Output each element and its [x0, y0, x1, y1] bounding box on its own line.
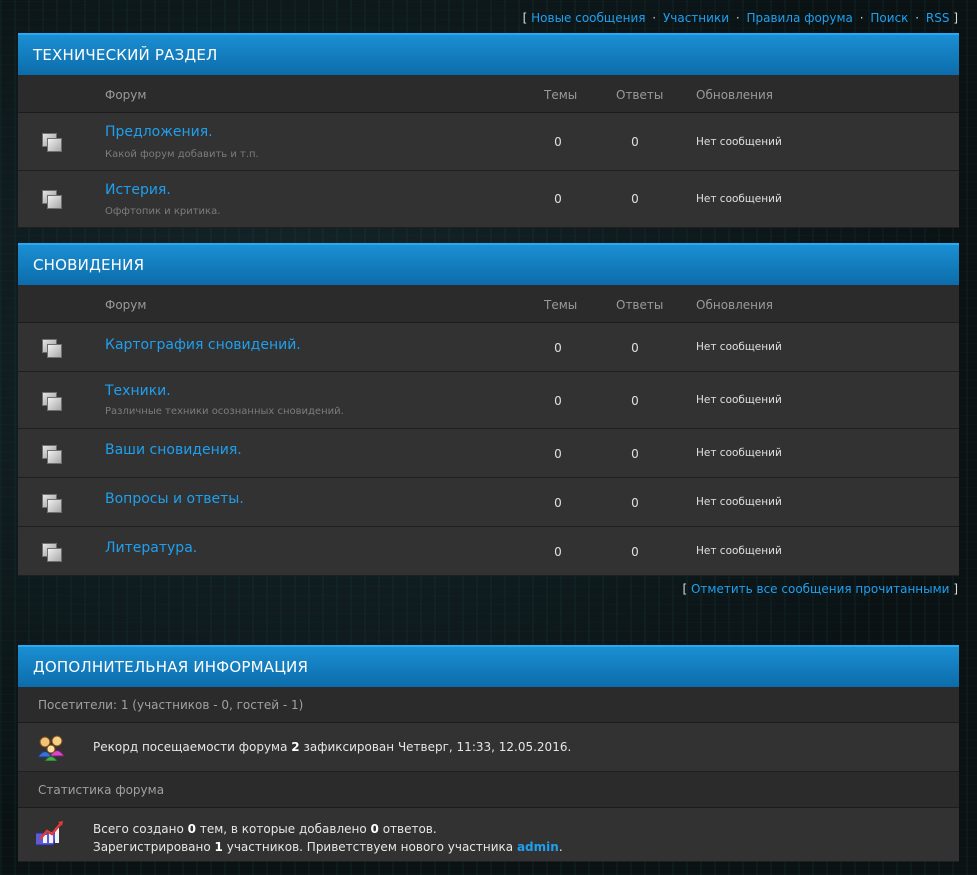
nav-separator: · [859, 11, 864, 25]
replies-count: 0 [631, 394, 639, 408]
category-technical: ТЕХНИЧЕСКИЙ РАЗДЕЛ Форум Темы Ответы Обн… [18, 33, 959, 228]
forum-description: Какой форум добавить и т.п. [105, 149, 259, 160]
forum-read-icon [42, 392, 62, 411]
forum-link[interactable]: Литература. [105, 540, 197, 556]
category-title[interactable]: СНОВИДЕНИЯ [18, 243, 959, 285]
forum-description: Оффтопик и критика. [105, 206, 221, 217]
visitors-summary: Посетители: 1 (участников - 0, гостей - … [18, 687, 959, 723]
column-updates: Обновления [696, 88, 774, 102]
bracket-open: [ [522, 11, 528, 25]
forum-link[interactable]: Картография сновидений. [105, 337, 301, 353]
replies-count: 0 [631, 545, 639, 559]
nav-separator: · [735, 11, 740, 25]
nav-rules-link[interactable]: Правила форума [746, 11, 852, 25]
bracket-close: ] [953, 582, 958, 596]
stats-line-members: Зарегистрировано 1 участников. Приветств… [93, 840, 563, 854]
column-forum: Форум [105, 88, 147, 102]
forum-read-icon [42, 339, 62, 358]
stats-line-posts: Всего создано 0 тем, в которые добавлено… [93, 822, 437, 836]
column-header-row: Форум Темы Ответы Обновления [18, 285, 959, 323]
nav-new-posts-link[interactable]: Новые сообщения [531, 11, 645, 25]
attendance-record-row: Рекорд посещаемости форума 2 зафиксирова… [18, 723, 959, 772]
forum-read-icon [42, 190, 62, 209]
forum-description: Различные техники осознанных сновидений. [105, 406, 344, 417]
last-update: Нет сообщений [696, 496, 782, 508]
mark-all-read-link[interactable]: Отметить все сообщения прочитанными [691, 582, 950, 596]
attendance-record-text: Рекорд посещаемости форума 2 зафиксирова… [93, 740, 572, 754]
topics-count: 0 [554, 447, 562, 461]
info-block: ДОПОЛНИТЕЛЬНАЯ ИНФОРМАЦИЯ Посетители: 1 … [18, 645, 959, 862]
newest-member-link[interactable]: admin [517, 840, 559, 854]
topics-count: 0 [554, 341, 562, 355]
info-title: ДОПОЛНИТЕЛЬНАЯ ИНФОРМАЦИЯ [18, 645, 959, 687]
forum-read-icon [42, 445, 62, 464]
forum-row: Картография сновидений. 0 0 Нет сообщени… [18, 323, 959, 372]
forum-row: Техники. Различные техники осознанных сн… [18, 372, 959, 429]
replies-count: 0 [631, 447, 639, 461]
forum-link[interactable]: Предложения. [105, 124, 213, 140]
forum-stats-text: Всего создано 0 тем, в которые добавлено… [93, 820, 563, 856]
last-update: Нет сообщений [696, 193, 782, 205]
topics-count: 0 [554, 545, 562, 559]
category-dreams: СНОВИДЕНИЯ Форум Темы Ответы Обновления … [18, 243, 959, 576]
column-updates: Обновления [696, 298, 774, 312]
record-count: 2 [291, 740, 300, 754]
statistics-icon [28, 819, 66, 847]
topics-count: 0 [554, 135, 562, 149]
forum-link[interactable]: Ваши сновидения. [105, 442, 242, 458]
forum-stats-row: Всего создано 0 тем, в которые добавлено… [18, 808, 959, 862]
forum-row: Ваши сновидения. 0 0 Нет сообщений [18, 429, 959, 478]
top-navigation: [ Новые сообщения · Участники · Правила … [523, 11, 958, 25]
forum-row: Вопросы и ответы. 0 0 Нет сообщений [18, 478, 959, 527]
forum-read-icon [42, 133, 62, 152]
column-topics: Темы [544, 88, 578, 102]
topics-count: 0 [554, 192, 562, 206]
last-update: Нет сообщений [696, 341, 782, 353]
nav-members-link[interactable]: Участники [663, 11, 729, 25]
last-update: Нет сообщений [696, 447, 782, 459]
bracket-close: ] [953, 11, 958, 25]
replies-count: 0 [631, 341, 639, 355]
nav-search-link[interactable]: Поиск [870, 11, 908, 25]
column-replies: Ответы [616, 298, 664, 312]
replies-count: 0 [631, 135, 639, 149]
forum-row: Истерия. Оффтопик и критика. 0 0 Нет соо… [18, 171, 959, 228]
column-replies: Ответы [616, 88, 664, 102]
stats-topics: 0 [187, 822, 197, 836]
mark-read-bar: [ Отметить все сообщения прочитанными ] [682, 582, 958, 596]
users-online-icon [36, 733, 66, 762]
stats-replies: 0 [370, 822, 379, 836]
column-topics: Темы [544, 298, 578, 312]
nav-rss-link[interactable]: RSS [926, 11, 950, 25]
last-update: Нет сообщений [696, 545, 782, 557]
forum-row: Литература. 0 0 Нет сообщений [18, 527, 959, 576]
topics-count: 0 [554, 496, 562, 510]
nav-separator: · [652, 11, 657, 25]
forum-link[interactable]: Вопросы и ответы. [105, 491, 244, 507]
column-header-row: Форум Темы Ответы Обновления [18, 75, 959, 113]
last-update: Нет сообщений [696, 394, 782, 406]
forum-link[interactable]: Истерия. [105, 182, 171, 198]
stats-title: Статистика форума [18, 772, 959, 808]
last-update: Нет сообщений [696, 136, 782, 148]
category-title[interactable]: ТЕХНИЧЕСКИЙ РАЗДЕЛ [18, 33, 959, 75]
forum-read-icon [42, 543, 62, 562]
bracket-open: [ [682, 582, 688, 596]
forum-read-icon [42, 494, 62, 513]
stats-members: 1 [214, 840, 223, 854]
nav-separator: · [915, 11, 920, 25]
forum-link[interactable]: Техники. [105, 383, 171, 399]
forum-row: Предложения. Какой форум добавить и т.п.… [18, 113, 959, 171]
replies-count: 0 [631, 192, 639, 206]
replies-count: 0 [631, 496, 639, 510]
topics-count: 0 [554, 394, 562, 408]
column-forum: Форум [105, 298, 147, 312]
